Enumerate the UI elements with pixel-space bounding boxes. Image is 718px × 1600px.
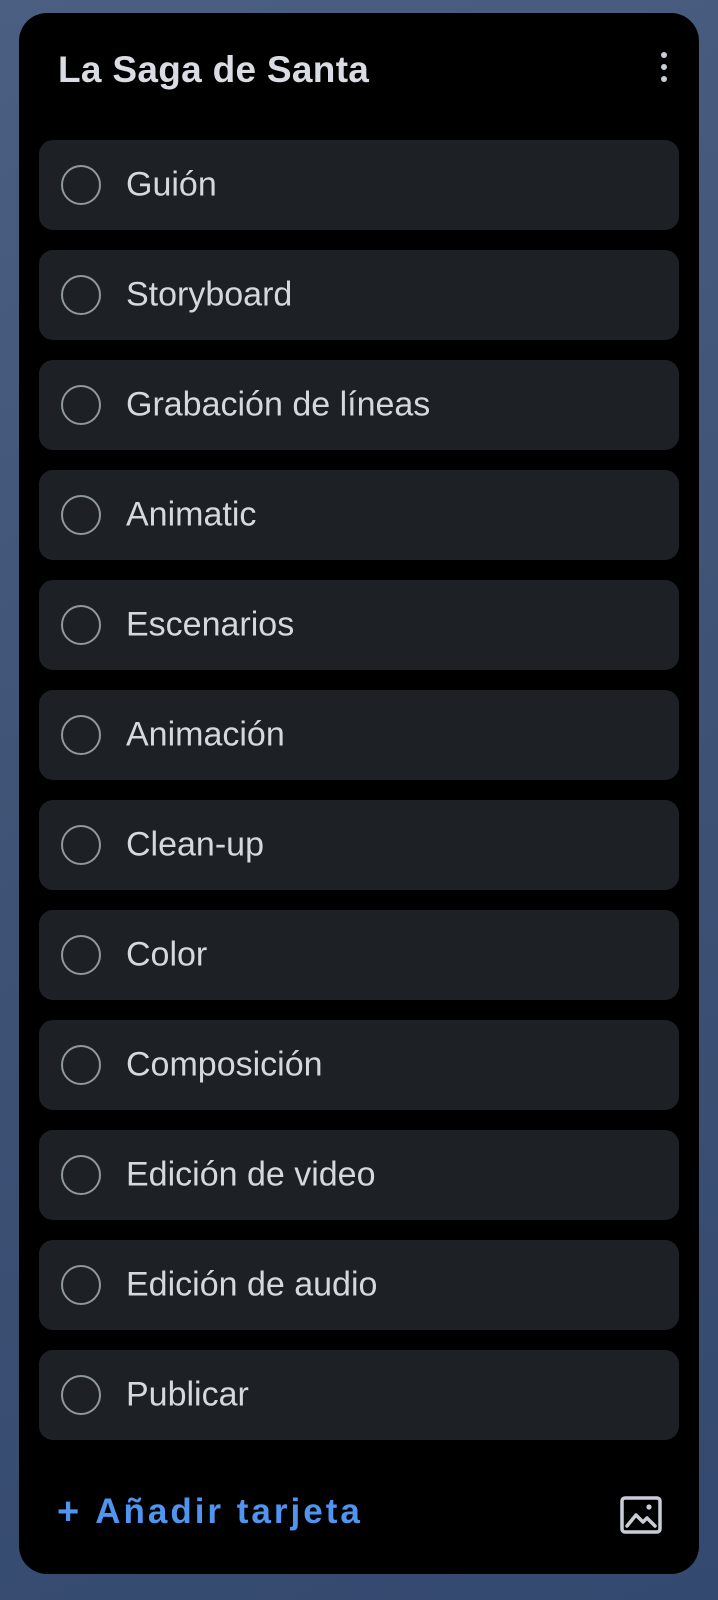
- card-item[interactable]: Publicar: [39, 1350, 679, 1440]
- complete-checkbox-icon[interactable]: [61, 825, 101, 865]
- more-vertical-icon: [661, 52, 667, 58]
- add-card-button[interactable]: + Añadir tarjeta: [57, 1492, 363, 1532]
- complete-checkbox-icon[interactable]: [61, 1155, 101, 1195]
- card-title: Composición: [126, 1045, 323, 1084]
- card-item[interactable]: Animación: [39, 690, 679, 780]
- complete-checkbox-icon[interactable]: [61, 935, 101, 975]
- card-item[interactable]: Animatic: [39, 470, 679, 560]
- card-title: Storyboard: [126, 275, 293, 314]
- list-panel: La Saga de Santa Guión Storyboard Grabació…: [19, 13, 699, 1574]
- card-item[interactable]: Grabación de líneas: [39, 360, 679, 450]
- more-vertical-icon-dot: [661, 76, 667, 82]
- card-item[interactable]: Edición de video: [39, 1130, 679, 1220]
- image-icon: [620, 1496, 662, 1534]
- add-card-label: Añadir tarjeta: [95, 1492, 363, 1531]
- list-header: La Saga de Santa: [19, 13, 699, 123]
- card-title: Clean-up: [126, 825, 264, 864]
- card-title: Animatic: [126, 495, 257, 534]
- card-title: Escenarios: [126, 605, 295, 644]
- card-title: Color: [126, 935, 208, 974]
- card-title: Edición de audio: [126, 1265, 378, 1304]
- plus-icon: +: [57, 1491, 80, 1533]
- card-item[interactable]: Composición: [39, 1020, 679, 1110]
- card-item[interactable]: Clean-up: [39, 800, 679, 890]
- card-title: Animación: [126, 715, 285, 754]
- more-vertical-icon-dot: [661, 64, 667, 70]
- card-item[interactable]: Edición de audio: [39, 1240, 679, 1330]
- card-title: Grabación de líneas: [126, 385, 431, 424]
- create-from-template-button[interactable]: [619, 1495, 663, 1535]
- card-item[interactable]: Escenarios: [39, 580, 679, 670]
- list-menu-button[interactable]: [647, 45, 681, 89]
- card-list: Guión Storyboard Grabación de líneas Animat…: [39, 140, 679, 1440]
- complete-checkbox-icon[interactable]: [61, 715, 101, 755]
- list-title[interactable]: La Saga de Santa: [58, 49, 369, 91]
- card-title: Guión: [126, 165, 217, 204]
- complete-checkbox-icon[interactable]: [61, 495, 101, 535]
- complete-checkbox-icon[interactable]: [61, 1375, 101, 1415]
- card-item[interactable]: Color: [39, 910, 679, 1000]
- complete-checkbox-icon[interactable]: [61, 165, 101, 205]
- card-item[interactable]: Storyboard: [39, 250, 679, 340]
- complete-checkbox-icon[interactable]: [61, 1045, 101, 1085]
- card-title: Publicar: [126, 1375, 249, 1414]
- card-item[interactable]: Guión: [39, 140, 679, 230]
- card-title: Edición de video: [126, 1155, 376, 1194]
- complete-checkbox-icon[interactable]: [61, 605, 101, 645]
- complete-checkbox-icon[interactable]: [61, 275, 101, 315]
- complete-checkbox-icon[interactable]: [61, 385, 101, 425]
- complete-checkbox-icon[interactable]: [61, 1265, 101, 1305]
